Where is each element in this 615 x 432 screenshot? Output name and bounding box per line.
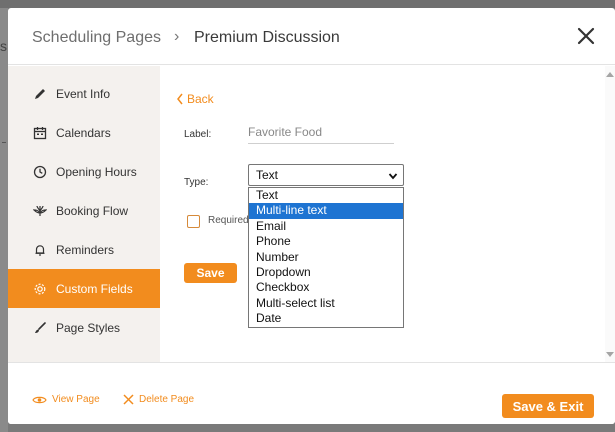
- view-page-link[interactable]: View Page: [32, 394, 100, 405]
- sidebar-item-opening-hours[interactable]: Opening Hours: [8, 152, 160, 191]
- breadcrumb-separator: ›: [174, 28, 180, 45]
- sidebar-item-label: Page Styles: [56, 320, 121, 335]
- scroll-up-arrow-icon[interactable]: [606, 72, 614, 77]
- sidebar-item-label: Opening Hours: [56, 164, 137, 179]
- brush-icon: [32, 320, 48, 336]
- sidebar-item-calendars[interactable]: Calendars: [8, 113, 160, 152]
- dropdown-option-number[interactable]: Number: [249, 250, 403, 265]
- type-field-label: Type:: [184, 177, 209, 188]
- breadcrumb-scheduling-pages[interactable]: Scheduling Pages: [32, 29, 161, 47]
- save-and-exit-button[interactable]: Save & Exit: [502, 394, 594, 418]
- modal-footer: View Page Delete Page Save & Exit: [8, 362, 615, 424]
- dropdown-option-date[interactable]: Date: [249, 311, 403, 326]
- delete-page-label: Delete Page: [139, 394, 195, 405]
- modal-header: Scheduling Pages › Premium Discussion: [8, 8, 615, 65]
- chevron-down-icon: [388, 170, 398, 184]
- sidebar-item-event-info[interactable]: Event Info: [8, 74, 160, 113]
- sidebar-item-label: Event Info: [56, 86, 111, 101]
- gear-icon: [32, 281, 48, 297]
- sidebar-item-reminders[interactable]: Reminders: [8, 230, 160, 269]
- sidebar-item-label: Booking Flow: [56, 203, 129, 218]
- background-page-edge: s: [0, 8, 8, 432]
- dropdown-option-email[interactable]: Email: [249, 219, 403, 234]
- back-label: Back: [187, 92, 214, 106]
- dropdown-option-multi-line-text[interactable]: Multi-line text: [249, 203, 403, 219]
- page-title: Premium Discussion: [194, 29, 340, 46]
- sidebar-item-label: Custom Fields: [56, 281, 133, 296]
- required-checkbox[interactable]: [187, 215, 200, 228]
- dropdown-option-dropdown[interactable]: Dropdown: [249, 265, 403, 280]
- leaf-icon: [32, 203, 48, 219]
- sidebar-item-label: Calendars: [56, 125, 111, 140]
- clock-icon: [32, 164, 48, 180]
- background-page: [0, 0, 615, 8]
- dropdown-option-text[interactable]: Text: [249, 188, 403, 203]
- scrollbar[interactable]: [605, 66, 615, 362]
- pencil-icon: [32, 86, 48, 102]
- sidebar-item-booking-flow[interactable]: Booking Flow: [8, 191, 160, 230]
- sidebar-item-page-styles[interactable]: Page Styles: [8, 308, 160, 347]
- sidebar-item-custom-fields[interactable]: Custom Fields: [8, 269, 160, 308]
- background-partial-text: s: [0, 38, 7, 54]
- sidebar-item-label: Reminders: [56, 242, 115, 257]
- view-page-label: View Page: [52, 394, 100, 405]
- type-selected-value: Text: [256, 168, 279, 182]
- type-dropdown-list: Text Multi-line text Email Phone Number …: [248, 187, 404, 328]
- close-icon: [577, 27, 595, 45]
- eye-icon: [32, 395, 47, 405]
- calendar-icon: [32, 125, 48, 141]
- background-tick: [2, 142, 6, 143]
- bell-icon: [32, 242, 48, 258]
- type-select[interactable]: Text: [248, 164, 404, 186]
- sidebar: Event Info Calendars Opening Hours Booki…: [8, 66, 160, 362]
- save-button[interactable]: Save: [184, 263, 237, 283]
- modal-dialog: Scheduling Pages › Premium Discussion Ev…: [8, 8, 615, 424]
- close-icon: [123, 394, 134, 405]
- scroll-down-arrow-icon[interactable]: [606, 352, 614, 357]
- chevron-left-icon: [176, 93, 184, 105]
- dropdown-option-phone[interactable]: Phone: [249, 234, 403, 249]
- dropdown-option-multi-select-list[interactable]: Multi-select list: [249, 296, 403, 311]
- close-button[interactable]: [574, 24, 598, 48]
- label-field-label: Label:: [184, 129, 212, 140]
- back-link[interactable]: Back: [176, 92, 214, 106]
- required-label: Required: [208, 215, 249, 226]
- delete-page-link[interactable]: Delete Page: [123, 394, 194, 405]
- label-input[interactable]: [248, 122, 394, 144]
- dropdown-option-checkbox[interactable]: Checkbox: [249, 280, 403, 295]
